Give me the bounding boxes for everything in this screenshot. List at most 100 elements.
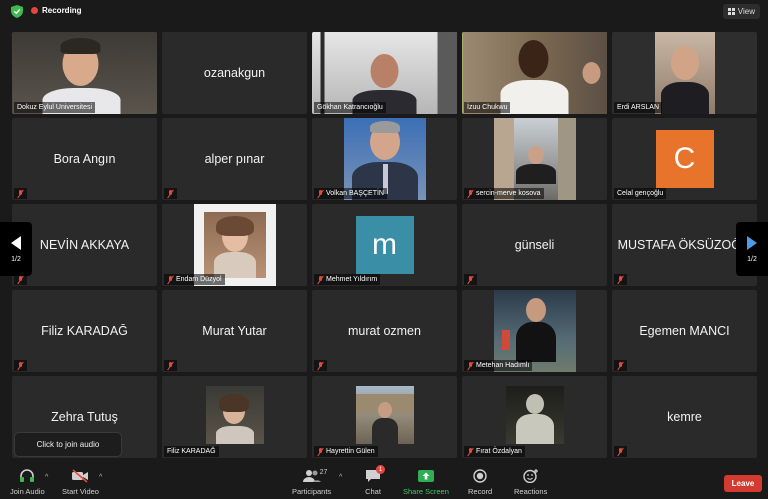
participant-tile[interactable]: Metehan Hadımlı [462, 290, 607, 372]
mic-muted-icon [317, 189, 324, 198]
mic-muted-icon [467, 275, 474, 284]
participant-name: ozanakgun [203, 66, 266, 80]
participant-name-label: Hayrettin Gülen [314, 446, 378, 457]
mic-muted-icon [467, 189, 474, 198]
participant-tile[interactable]: Bora Angın [12, 118, 157, 200]
participant-tile[interactable]: alper pınar [162, 118, 307, 200]
shield-icon[interactable] [11, 5, 23, 18]
mic-muted-icon [167, 275, 174, 284]
start-video-label: Start Video [62, 487, 99, 496]
headphones-icon [18, 468, 36, 484]
recording-label: Recording [42, 6, 82, 15]
participant-tile[interactable]: ozanakgun [162, 32, 307, 114]
view-button[interactable]: View [722, 4, 760, 19]
audio-options-caret-icon[interactable]: ^ [45, 474, 48, 481]
participants-options-caret-icon[interactable]: ^ [339, 474, 342, 481]
participant-video [654, 32, 715, 114]
participant-name-label: Endam Düzyol [164, 274, 225, 285]
participant-tile[interactable]: murat ozmen [312, 290, 457, 372]
participant-name-label: Erdi ARSLAN [614, 102, 663, 113]
start-video-button[interactable]: Start Video [62, 468, 99, 496]
record-button[interactable]: Record [468, 468, 492, 496]
participant-tile[interactable]: Egemen MANCI [612, 290, 757, 372]
mic-muted-icon [467, 361, 474, 370]
participant-tile[interactable]: Hayrettin Gülen [312, 376, 457, 458]
view-label: View [737, 7, 755, 16]
participant-tile[interactable]: Filiz KARADAĞ [162, 376, 307, 458]
mic-muted-icon [17, 189, 24, 198]
participant-tile[interactable]: C Celal gençoğlu [612, 118, 757, 200]
mic-muted-icon [167, 361, 174, 370]
reactions-label: Reactions [514, 487, 548, 496]
participant-tile-active-speaker[interactable]: İzuu Chukwu [462, 32, 607, 114]
participant-name: Egemen MANCI [639, 324, 730, 338]
participant-name-label: sercin-merve kosova [464, 188, 544, 199]
participant-tile[interactable]: m Mehmet Yıldırım [312, 204, 457, 286]
meeting-toolbar: Join Audio ^ Start Video ^ 27 Participan… [0, 465, 768, 499]
participant-photo [205, 386, 264, 444]
participant-photo [355, 386, 414, 444]
mic-muted-icon [167, 189, 174, 198]
participant-avatar: m [355, 216, 414, 274]
participant-name-label: Celal gençoğlu [614, 188, 667, 199]
participant-tile[interactable]: Fırat Özdalyan [462, 376, 607, 458]
mic-muted-icon [317, 447, 324, 456]
arrow-right-icon [747, 235, 757, 250]
participants-button[interactable]: 27 Participants [292, 468, 331, 496]
share-screen-button[interactable]: Share Screen [403, 468, 449, 496]
participant-tile[interactable]: günseli [462, 204, 607, 286]
smiley-icon [522, 468, 540, 484]
participant-tile[interactable]: Erdi ARSLAN [612, 32, 757, 114]
participant-name-label [464, 274, 477, 285]
participant-tile[interactable]: Endam Düzyol [162, 204, 307, 286]
mic-muted-icon [617, 361, 624, 370]
record-icon [471, 468, 489, 484]
participant-tile[interactable]: sercin-merve kosova [462, 118, 607, 200]
participant-name-label: Volkan BAŞÇETİN [314, 188, 387, 199]
participant-name-label: Gökhan Katrancıoğlu [314, 102, 386, 113]
mic-muted-icon [317, 275, 324, 284]
participant-name-label: Dokuz Eylul Universitesi [14, 102, 96, 113]
participant-tile[interactable]: NEVİN AKKAYA [12, 204, 157, 286]
reactions-button[interactable]: Reactions [514, 468, 547, 496]
next-page-button[interactable]: 1/2 [736, 222, 768, 276]
participant-name-label [614, 274, 627, 285]
participant-name-label: İzuu Chukwu [464, 102, 511, 113]
participant-tile[interactable]: Volkan BAŞÇETİN [312, 118, 457, 200]
participant-name-label [314, 360, 327, 371]
participant-tile[interactable]: kemre [612, 376, 757, 458]
mic-muted-icon [617, 275, 624, 284]
participant-tile[interactable]: Filiz KARADAĞ [12, 290, 157, 372]
participant-name: alper pınar [204, 152, 265, 166]
participant-name-label: Mehmet Yıldırım [314, 274, 381, 285]
recording-dot-icon [31, 7, 38, 14]
join-audio-button[interactable]: Join Audio [10, 468, 45, 496]
page-indicator: 1/2 [11, 255, 21, 263]
participant-name: Filiz KARADAĞ [41, 324, 128, 338]
participant-name: NEVİN AKKAYA [39, 238, 130, 252]
participant-name: Murat Yutar [202, 324, 267, 338]
mic-muted-icon [317, 361, 324, 370]
recording-indicator[interactable]: Recording [31, 6, 82, 15]
participant-name: günseli [514, 238, 555, 252]
video-off-icon [71, 468, 89, 484]
record-label: Record [468, 487, 493, 496]
participant-tile[interactable]: Gökhan Katrancıoğlu [312, 32, 457, 114]
leave-button[interactable]: Leave [724, 475, 762, 492]
participant-name-label: Fırat Özdalyan [464, 446, 525, 457]
join-audio-tooltip: Click to join audio [14, 432, 122, 457]
participant-name-label [14, 188, 27, 199]
share-screen-label: Share Screen [403, 487, 449, 496]
participant-name-label [164, 188, 177, 199]
participant-photo [505, 386, 564, 444]
previous-page-button[interactable]: 1/2 [0, 222, 32, 276]
video-options-caret-icon[interactable]: ^ [99, 474, 102, 481]
join-audio-label: Join Audio [10, 487, 45, 496]
chat-button[interactable]: 1 Chat [364, 465, 385, 496]
participant-grid: Dokuz Eylul Universitesi ozanakgun Gökha… [12, 32, 759, 458]
participant-avatar: C [655, 130, 714, 188]
participant-tile[interactable]: Murat Yutar [162, 290, 307, 372]
participant-name: Bora Angın [53, 152, 116, 166]
participant-tile[interactable]: Dokuz Eylul Universitesi [12, 32, 157, 114]
mic-muted-icon [17, 361, 24, 370]
